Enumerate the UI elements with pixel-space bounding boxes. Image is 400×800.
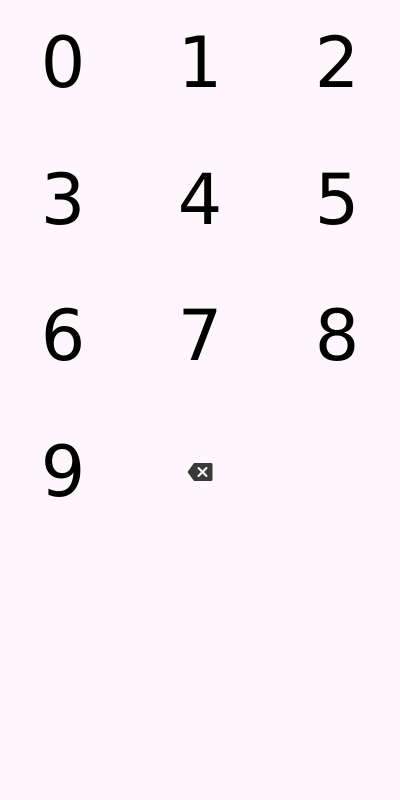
- key-0[interactable]: 0: [8, 8, 118, 118]
- numeric-keypad: 0 1 2 3 4 5 6 7 8 9: [0, 0, 400, 800]
- key-9-label: 9: [40, 431, 86, 513]
- key-8-label: 8: [314, 295, 360, 377]
- key-4[interactable]: 4: [145, 145, 255, 255]
- backspace-icon: [187, 462, 213, 482]
- key-0-label: 0: [40, 22, 86, 104]
- key-9[interactable]: 9: [8, 417, 118, 527]
- key-7[interactable]: 7: [145, 281, 255, 391]
- key-2[interactable]: 2: [282, 8, 392, 118]
- key-5-label: 5: [314, 159, 360, 241]
- key-4-label: 4: [177, 159, 223, 241]
- key-8[interactable]: 8: [282, 281, 392, 391]
- key-5[interactable]: 5: [282, 145, 392, 255]
- key-1-label: 1: [177, 22, 223, 104]
- key-3-label: 3: [40, 159, 86, 241]
- key-6-label: 6: [40, 295, 86, 377]
- backspace-button[interactable]: [145, 417, 255, 527]
- key-1[interactable]: 1: [145, 8, 255, 118]
- key-2-label: 2: [314, 22, 360, 104]
- key-6[interactable]: 6: [8, 281, 118, 391]
- key-7-label: 7: [177, 295, 223, 377]
- key-3[interactable]: 3: [8, 145, 118, 255]
